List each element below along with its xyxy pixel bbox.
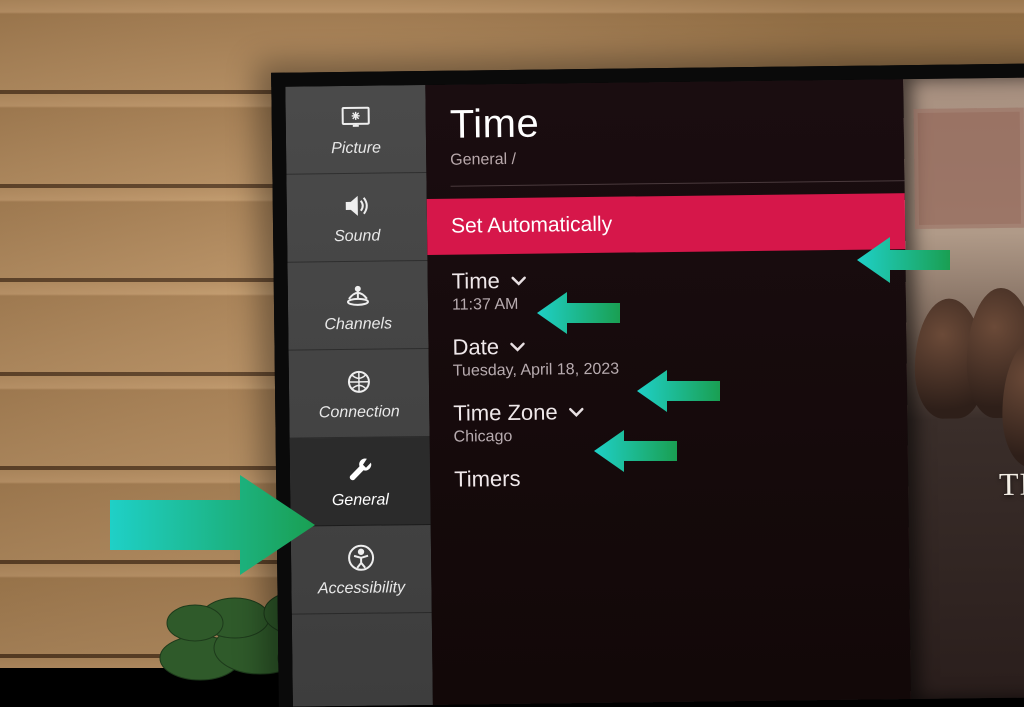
sidebar-item-channels[interactable]: Channels bbox=[287, 261, 428, 351]
sidebar-item-sound[interactable]: Sound bbox=[286, 173, 427, 263]
sidebar-item-connection[interactable]: Connection bbox=[289, 349, 430, 439]
sidebar-item-label: General bbox=[332, 491, 389, 510]
poster-headline-1: THE bbox=[999, 465, 1024, 502]
accessibility-icon bbox=[341, 541, 381, 573]
settings-content: Time General / Set Automatically Time bbox=[425, 77, 1024, 705]
sidebar-item-label: Picture bbox=[331, 139, 381, 158]
chevron-down-icon bbox=[509, 338, 527, 356]
setting-timezone-label: Time Zone bbox=[453, 399, 558, 426]
channels-icon bbox=[338, 277, 378, 309]
sidebar-item-label: Sound bbox=[334, 227, 380, 246]
chevron-down-icon bbox=[568, 403, 586, 421]
tv-screen: Picture Sound bbox=[271, 63, 1024, 707]
background-poster: THE M Unde bbox=[903, 77, 1024, 699]
wrench-icon bbox=[340, 453, 380, 485]
sidebar-item-label: Connection bbox=[319, 403, 400, 422]
sidebar-item-label: Accessibility bbox=[318, 579, 405, 598]
sound-icon bbox=[337, 189, 377, 221]
connection-icon bbox=[339, 365, 379, 397]
settings-sidebar: Picture Sound bbox=[285, 85, 433, 707]
chevron-down-icon bbox=[510, 272, 528, 290]
set-automatically-label: Set Automatically bbox=[451, 213, 612, 239]
page-title: Time bbox=[450, 102, 540, 148]
picture-icon bbox=[336, 101, 376, 133]
setting-time-label: Time bbox=[452, 268, 500, 295]
setting-timers-label: Timers bbox=[454, 466, 521, 493]
sidebar-item-accessibility[interactable]: Accessibility bbox=[291, 525, 432, 615]
setting-date-label: Date bbox=[452, 334, 499, 361]
sidebar-item-label: Channels bbox=[324, 315, 392, 334]
sidebar-item-picture[interactable]: Picture bbox=[285, 85, 426, 175]
sidebar-item-general[interactable]: General bbox=[290, 437, 431, 527]
